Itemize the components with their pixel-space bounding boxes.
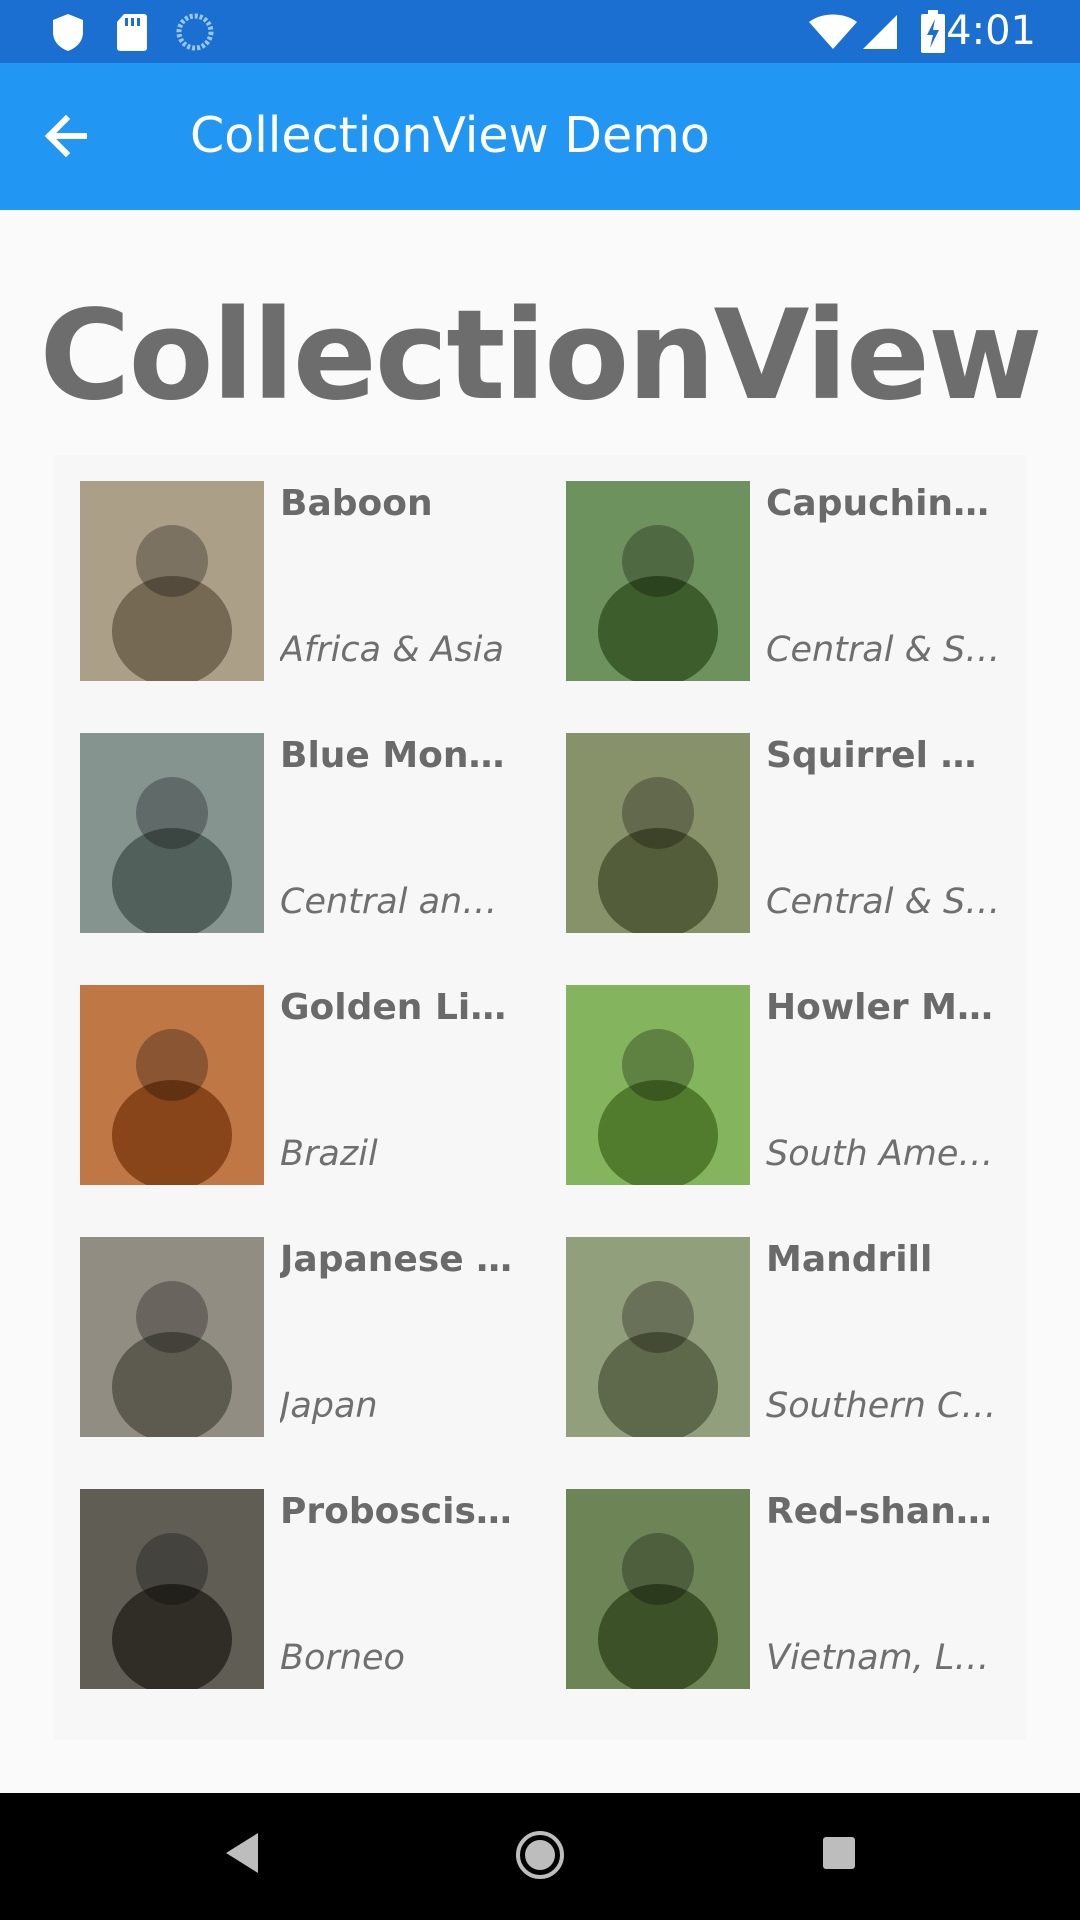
monkey-image bbox=[80, 1489, 264, 1689]
monkey-location: Brazil bbox=[280, 1134, 378, 1174]
monkey-name: Proboscis Monkey bbox=[280, 1491, 515, 1532]
nav-recents-icon[interactable] bbox=[822, 1836, 856, 1870]
battery-charging-icon bbox=[921, 10, 945, 53]
monkey-image bbox=[566, 481, 750, 681]
page-heading: CollectionView bbox=[39, 284, 1043, 428]
monkey-image bbox=[566, 1489, 750, 1689]
nav-home-icon[interactable] bbox=[514, 1829, 566, 1881]
shield-icon bbox=[53, 14, 83, 51]
sd-card-icon bbox=[117, 14, 147, 51]
monkey-name: Blue Monkey bbox=[280, 735, 515, 776]
monkey-card[interactable]: Howler Monkey South America bbox=[540, 959, 1010, 1185]
monkey-name: Mandrill bbox=[766, 1239, 933, 1280]
navigation-bar bbox=[0, 1793, 1080, 1920]
monkey-name: Baboon bbox=[280, 483, 433, 524]
monkey-card[interactable]: Proboscis Monkey Borneo bbox=[54, 1463, 524, 1689]
signal-icon bbox=[863, 15, 897, 49]
monkey-image bbox=[566, 1237, 750, 1437]
monkey-location: Southern Cameroon, Gabon, and Congo bbox=[766, 1386, 1001, 1426]
monkey-image bbox=[80, 481, 264, 681]
monkey-name: Golden Lion Tamarin bbox=[280, 987, 515, 1028]
monkey-image bbox=[80, 1237, 264, 1437]
collection-view[interactable]: Baboon Africa & Asia Capuchin Monkey Centra… bbox=[54, 455, 1026, 1740]
monkey-location: Borneo bbox=[280, 1638, 405, 1678]
app-bar: CollectionView Demo bbox=[0, 63, 1080, 210]
monkey-name: Howler Monkey bbox=[766, 987, 1001, 1028]
monkey-card[interactable]: Blue Monkey Central and East Africa bbox=[54, 707, 524, 933]
monkey-location: Vietnam, Laos bbox=[766, 1638, 1001, 1678]
monkey-location: Japan bbox=[280, 1386, 378, 1426]
monkey-card[interactable]: Squirrel Monkey Central & South America bbox=[540, 707, 1010, 933]
monkey-location: Central & South America bbox=[766, 882, 1001, 922]
monkey-image bbox=[566, 985, 750, 1185]
monkey-card[interactable]: Capuchin Monkey Central & South America bbox=[540, 455, 1010, 681]
sync-icon bbox=[176, 13, 214, 51]
monkey-name: Japanese Macaque bbox=[280, 1239, 515, 1280]
monkey-name: Red-shanked Douc bbox=[766, 1491, 1001, 1532]
monkey-image bbox=[80, 985, 264, 1185]
monkey-location: Central and East Africa bbox=[280, 882, 515, 922]
wifi-icon bbox=[809, 14, 857, 49]
monkey-name: Capuchin Monkey bbox=[766, 483, 1001, 524]
monkey-location: Central & South America bbox=[766, 630, 1001, 670]
monkey-image bbox=[80, 733, 264, 933]
monkey-card[interactable]: Golden Lion Tamarin Brazil bbox=[54, 959, 524, 1185]
arrow-back-icon bbox=[44, 114, 87, 158]
status-clock: 4:01 bbox=[946, 8, 1036, 54]
nav-back-icon[interactable] bbox=[222, 1831, 262, 1875]
monkey-image bbox=[566, 733, 750, 933]
monkey-name: Squirrel Monkey bbox=[766, 735, 1001, 776]
monkey-card[interactable]: Red-shanked Douc Vietnam, Laos bbox=[540, 1463, 1010, 1689]
back-button[interactable] bbox=[36, 105, 106, 167]
app-title: CollectionView Demo bbox=[190, 107, 710, 164]
monkey-location: South America bbox=[766, 1134, 1001, 1174]
monkey-card[interactable]: Japanese Macaque Japan bbox=[54, 1211, 524, 1437]
monkey-card[interactable]: Mandrill Southern Cameroon, Gabon, and Co… bbox=[540, 1211, 1010, 1437]
monkey-card[interactable]: Baboon Africa & Asia bbox=[54, 455, 524, 681]
status-bar: 4:01 bbox=[0, 0, 1080, 63]
monkey-location: Africa & Asia bbox=[280, 630, 504, 670]
